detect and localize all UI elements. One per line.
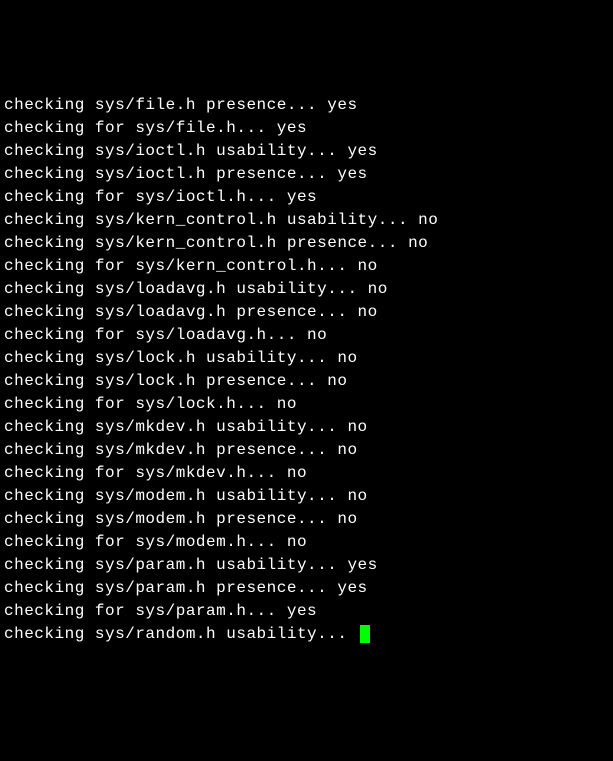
terminal-line: checking sys/param.h presence... yes — [4, 577, 609, 600]
terminal-line: checking for sys/file.h... yes — [4, 117, 609, 140]
terminal-line: checking sys/modem.h usability... no — [4, 485, 609, 508]
terminal-line: checking for sys/ioctl.h... yes — [4, 186, 609, 209]
terminal-line: checking sys/ioctl.h usability... yes — [4, 140, 609, 163]
terminal-line: checking sys/modem.h presence... no — [4, 508, 609, 531]
terminal-line: checking for sys/kern_control.h... no — [4, 255, 609, 278]
terminal-line: checking sys/loadavg.h presence... no — [4, 301, 609, 324]
terminal-line: checking sys/lock.h usability... no — [4, 347, 609, 370]
terminal-line: checking sys/loadavg.h usability... no — [4, 278, 609, 301]
cursor — [360, 625, 370, 643]
terminal-line: checking for sys/mkdev.h... no — [4, 462, 609, 485]
terminal-line: checking for sys/modem.h... no — [4, 531, 609, 554]
terminal-line: checking for sys/param.h... yes — [4, 600, 609, 623]
terminal-line: checking sys/mkdev.h presence... no — [4, 439, 609, 462]
terminal-line: checking sys/param.h usability... yes — [4, 554, 609, 577]
terminal-line: checking sys/ioctl.h presence... yes — [4, 163, 609, 186]
terminal-line: checking sys/kern_control.h presence... … — [4, 232, 609, 255]
terminal-line: checking sys/lock.h presence... no — [4, 370, 609, 393]
terminal-line: checking sys/file.h presence... yes — [4, 94, 609, 117]
terminal-line: checking for sys/lock.h... no — [4, 393, 609, 416]
terminal-line: checking sys/mkdev.h usability... no — [4, 416, 609, 439]
terminal-line: checking for sys/loadavg.h... no — [4, 324, 609, 347]
terminal-output: checking sys/file.h presence... yescheck… — [4, 94, 609, 646]
terminal-line: checking sys/random.h usability... — [4, 623, 609, 646]
terminal-line: checking sys/kern_control.h usability...… — [4, 209, 609, 232]
